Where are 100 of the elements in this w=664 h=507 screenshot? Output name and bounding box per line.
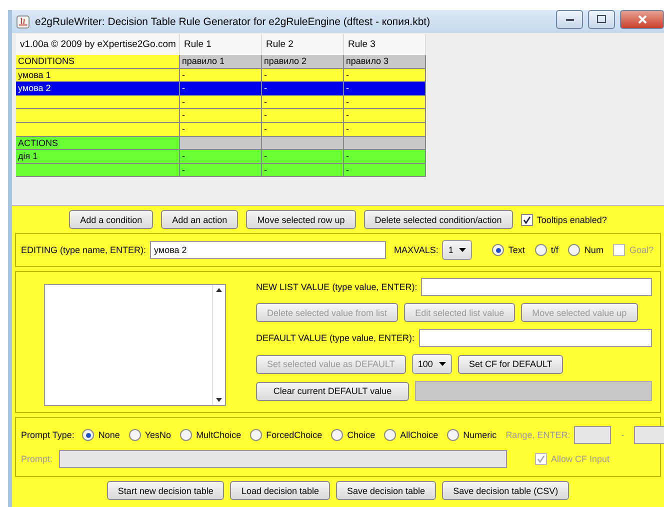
field-label: NEW LIST VALUE (type value, ENTER): [256, 282, 418, 292]
toolbar-button[interactable]: Add a condition [69, 210, 154, 229]
caret-icon [438, 362, 446, 366]
field-label: EDITING (type name, ENTER): [21, 245, 146, 255]
radio-button[interactable] [568, 244, 580, 256]
clear-default-button[interactable]: Clear current DEFAULT value [256, 382, 409, 400]
range-separator: - [621, 430, 624, 440]
table-cell[interactable]: - [344, 82, 426, 96]
radio-label: MultChoice [196, 430, 242, 440]
radio-label: Num [584, 245, 604, 255]
table-cell[interactable]: умова 2 [16, 82, 180, 96]
table-cell[interactable] [344, 136, 426, 150]
table-cell[interactable]: - [262, 164, 344, 178]
footer-button[interactable]: Save decision table [336, 481, 436, 500]
field-label: Prompt: [21, 454, 53, 464]
radio-button[interactable] [492, 244, 504, 256]
table-cell[interactable]: умова 1 [16, 68, 180, 82]
table-cell[interactable]: - [262, 96, 344, 110]
radio-label: Numeric [463, 430, 497, 440]
maxvals-dropdown[interactable]: 1 [442, 240, 472, 260]
default-value-field[interactable] [418, 329, 652, 347]
table-cell[interactable]: - [180, 68, 262, 82]
table-cell[interactable]: ACTIONS [16, 136, 180, 150]
minimize-icon [566, 18, 574, 20]
table-cell[interactable]: правило 1 [180, 55, 262, 69]
close-button[interactable] [620, 10, 664, 28]
table-cell[interactable] [16, 96, 180, 110]
radio-label: Text [508, 245, 525, 255]
table-cell[interactable]: - [344, 122, 426, 137]
table-cell[interactable]: - [180, 82, 262, 96]
caret-icon [459, 248, 466, 252]
radio-button[interactable] [384, 429, 396, 441]
table-cell[interactable] [16, 122, 180, 137]
table-cell[interactable]: - [344, 164, 426, 178]
radio-button[interactable] [534, 244, 547, 256]
radio-button[interactable] [447, 429, 460, 441]
checkbox-label: Allow CF Input [551, 454, 610, 464]
field-label: Prompt Type: [21, 430, 74, 440]
column-header[interactable]: v1.00a © 2009 by eXpertise2Go.com [16, 34, 180, 55]
table-cell[interactable]: правило 3 [344, 55, 426, 69]
scroll-up-icon[interactable] [216, 288, 222, 292]
prompt-field[interactable] [58, 450, 507, 468]
name-field[interactable]: умова 2 [150, 241, 386, 259]
checkbox-label: Goal? [629, 245, 654, 255]
table-cell[interactable] [262, 136, 344, 150]
radio-label: t/f [550, 245, 558, 255]
table-cell[interactable]: - [180, 164, 262, 178]
radio-button[interactable] [331, 429, 344, 441]
toolbar-button[interactable]: Add an action [161, 210, 238, 229]
table-cell[interactable]: - [180, 150, 262, 164]
footer-button[interactable]: Start new decision table [106, 481, 224, 500]
radio-button[interactable] [250, 429, 262, 441]
table-cell[interactable]: - [262, 82, 344, 96]
cf-dropdown[interactable]: 100 [412, 354, 452, 374]
checkbox[interactable] [520, 214, 533, 226]
radio-label: Choice [347, 430, 376, 440]
table-cell[interactable]: - [344, 68, 426, 82]
toolbar-button[interactable]: Move selected row up [246, 210, 356, 229]
radio-label: AllChoice [400, 430, 438, 440]
table-cell[interactable]: CONDITIONS [16, 55, 180, 69]
footer-button[interactable]: Save decision table (CSV) [442, 481, 570, 500]
table-cell[interactable]: - [180, 122, 262, 137]
window-title: e2gRuleWriter: Decision Table Rule Generator for e2gRuleEngine (dftest - копия.kbt) [35, 16, 432, 28]
range-max-field[interactable] [634, 426, 664, 444]
table-cell[interactable]: - [344, 96, 426, 110]
radio-button[interactable] [180, 429, 192, 441]
column-header[interactable]: Rule 1 [180, 34, 262, 55]
radio-label: YesNo [144, 430, 172, 440]
table-cell[interactable]: - [262, 109, 344, 123]
radio-button[interactable] [128, 429, 141, 441]
table-cell[interactable] [16, 164, 180, 178]
table-cell[interactable]: - [180, 109, 262, 123]
radio-button[interactable] [82, 429, 94, 441]
table-cell[interactable]: - [262, 68, 344, 82]
table-cell[interactable] [16, 109, 180, 123]
table-cell[interactable]: - [344, 150, 426, 164]
table-cell[interactable]: - [344, 109, 426, 123]
app-icon [16, 14, 30, 28]
maximize-button[interactable] [588, 10, 615, 28]
table-cell[interactable]: - [262, 150, 344, 164]
table-cell[interactable]: - [262, 122, 344, 137]
scroll-down-icon[interactable] [216, 398, 222, 402]
field-label: DEFAULT VALUE (type value, ENTER): [256, 333, 415, 343]
checkbox-label: Tooltips enabled? [536, 214, 607, 224]
footer-button[interactable]: Load decision table [230, 481, 330, 500]
set-cf-button[interactable]: Set CF for DEFAULT [458, 354, 564, 374]
table-cell[interactable]: дія 1 [16, 150, 180, 164]
table-cell[interactable]: правило 2 [262, 55, 344, 69]
radio-label: ForcedChoice [266, 430, 322, 440]
range-min-field[interactable] [574, 426, 612, 444]
new-value-field[interactable] [421, 278, 652, 296]
maximize-icon [597, 15, 606, 23]
table-cell[interactable]: - [180, 96, 262, 110]
column-header[interactable]: Rule 2 [262, 34, 344, 55]
minimize-button[interactable] [556, 10, 583, 28]
column-header[interactable]: Rule 3 [344, 34, 426, 55]
toolbar-button[interactable]: Delete selected condition/action [364, 210, 513, 229]
table-cell[interactable] [180, 136, 262, 150]
field-label: MAXVALS: [394, 245, 438, 255]
close-icon [638, 14, 646, 24]
